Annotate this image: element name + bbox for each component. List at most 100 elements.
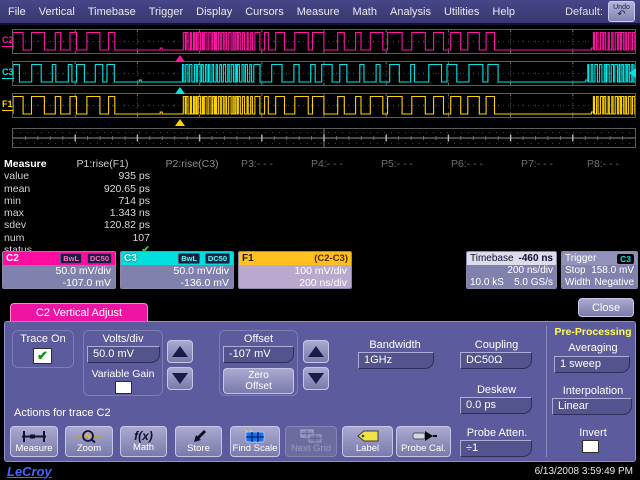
undo-button[interactable]: Undo ↶ bbox=[608, 1, 635, 22]
menu-item-trigger[interactable]: Trigger bbox=[149, 6, 183, 18]
tab-c2-vertical-adjust[interactable]: C2 Vertical Adjust bbox=[10, 303, 148, 322]
averaging-label: Averaging bbox=[550, 342, 636, 354]
measure-col-p8[interactable]: P8:- - - bbox=[570, 158, 636, 170]
timebase-rate: 5.0 GS/s bbox=[514, 277, 553, 289]
actions-for-trace-label: Actions for trace C2 bbox=[14, 407, 174, 419]
coupling-field[interactable]: DC50Ω bbox=[460, 352, 532, 369]
measure-col-p5[interactable]: P5:- - - bbox=[362, 158, 432, 170]
deskew-field[interactable]: 0.0 ps bbox=[460, 397, 532, 414]
default-label: Default: bbox=[565, 6, 603, 18]
bandwidth-label: Bandwidth bbox=[350, 339, 440, 351]
probe-cal-icon bbox=[411, 429, 437, 443]
menu-item-timebase[interactable]: Timebase bbox=[88, 6, 136, 18]
trigger-title: Trigger bbox=[565, 253, 596, 264]
channel-id-c3: C3 bbox=[124, 253, 137, 264]
measure-title: Measure bbox=[4, 158, 54, 170]
trace-label-c3[interactable]: C3 bbox=[2, 68, 14, 79]
probe-atten-field[interactable]: ÷1 bbox=[460, 440, 532, 457]
next-grid-action-button: Next Grid bbox=[285, 426, 337, 457]
menu-item-display[interactable]: Display bbox=[196, 6, 232, 18]
timebase-title: Timebase bbox=[470, 253, 514, 264]
menu-item-cursors[interactable]: Cursors bbox=[245, 6, 284, 18]
trace-label-f1[interactable]: F1 bbox=[2, 100, 13, 111]
trace-label-c2[interactable]: C2 bbox=[2, 36, 14, 47]
trigger-type: Width bbox=[565, 277, 591, 289]
dc50-badge: DC50 bbox=[205, 253, 230, 264]
close-button[interactable]: Close bbox=[578, 298, 634, 317]
menu-item-analysis[interactable]: Analysis bbox=[390, 6, 431, 18]
measure-col-p6[interactable]: P6:- - - bbox=[432, 158, 502, 170]
waveform-f1 bbox=[13, 94, 635, 117]
store-icon bbox=[188, 429, 210, 443]
volts-div-up-button[interactable] bbox=[167, 340, 193, 363]
offset-field[interactable]: -107 mV bbox=[223, 346, 294, 363]
grid-strip-f1[interactable] bbox=[12, 93, 636, 118]
datetime-display: 6/13/2008 3:59:49 PM bbox=[535, 466, 633, 477]
timebase-samples: 10.0 kS bbox=[470, 277, 504, 289]
grid-strip-c3[interactable] bbox=[12, 61, 636, 86]
channel-descriptor-c3[interactable]: C3 BwL DC50 50.0 mV/div -136.0 mV bbox=[120, 251, 234, 289]
menu-item-vertical[interactable]: Vertical bbox=[39, 6, 75, 18]
measure-table: Measure value mean min max sdev num stat… bbox=[0, 158, 640, 256]
probe-cal-action-button[interactable]: Probe Cal. bbox=[396, 426, 451, 457]
zoom-action-button[interactable]: Zoom bbox=[65, 426, 113, 457]
store-action-button[interactable]: Store bbox=[175, 426, 222, 457]
measure-header-p1: P1:rise(F1) bbox=[55, 158, 150, 170]
f1-tdiv: 200 ns/div bbox=[243, 277, 347, 289]
find-scale-action-button[interactable]: Find Scale bbox=[230, 426, 280, 457]
menu-item-help[interactable]: Help bbox=[492, 6, 515, 18]
preprocessing-label: Pre-Processing bbox=[548, 326, 638, 338]
label-action-button[interactable]: Label bbox=[342, 426, 393, 457]
next-grid-icon bbox=[298, 429, 324, 443]
preprocessing-separator bbox=[546, 326, 547, 457]
measure-row-labels: Measure value mean min max sdev num stat… bbox=[4, 158, 54, 256]
menu-item-measure[interactable]: Measure bbox=[297, 6, 340, 18]
bandwidth-field[interactable]: 1GHz bbox=[358, 352, 434, 369]
bwl-badge: BwL bbox=[60, 253, 82, 264]
bwl-badge: BwL bbox=[178, 253, 200, 264]
menu-item-file[interactable]: File bbox=[8, 6, 26, 18]
trigger-level: 158.0 mV bbox=[591, 265, 634, 277]
grid-strip-c2[interactable] bbox=[12, 29, 636, 54]
trace-on-checkbox[interactable]: ✔ bbox=[33, 348, 52, 364]
interpolation-field[interactable]: Linear bbox=[552, 398, 632, 415]
averaging-field[interactable]: 1 sweep bbox=[554, 356, 630, 373]
offset-down-button[interactable] bbox=[303, 367, 329, 390]
waveform-c3 bbox=[13, 62, 635, 85]
timebase-descriptor[interactable]: Timebase -460 ns 200 ns/div 10.0 kS 5.0 … bbox=[466, 251, 557, 289]
measure-col-p3[interactable]: P3:- - - bbox=[222, 158, 292, 170]
menu-item-utilities[interactable]: Utilities bbox=[444, 6, 479, 18]
invert-label: Invert bbox=[556, 427, 630, 439]
down-arrow-icon bbox=[308, 373, 324, 384]
up-arrow-icon bbox=[172, 346, 188, 357]
trigger-mode: Stop bbox=[565, 265, 586, 277]
measure-col-p1[interactable]: P1:rise(F1) 935 ps 920.65 ps 714 ps 1.34… bbox=[55, 158, 150, 256]
trace-on-label: Trace On bbox=[12, 333, 74, 345]
variable-gain-checkbox[interactable] bbox=[115, 381, 132, 394]
offset-up-button[interactable] bbox=[303, 340, 329, 363]
channel-descriptor-c2[interactable]: C2 BwL DC50 50.0 mV/div -107.0 mV bbox=[2, 251, 116, 289]
offset-label: Offset bbox=[219, 333, 298, 345]
timebase-scale: 200 ns/div bbox=[470, 265, 553, 277]
measure-action-button[interactable]: Measure bbox=[10, 426, 58, 457]
math-action-button[interactable]: f(x) Math bbox=[120, 426, 167, 457]
menu-item-math[interactable]: Math bbox=[353, 6, 377, 18]
measure-col-p4[interactable]: P4:- - - bbox=[292, 158, 362, 170]
volts-div-down-button[interactable] bbox=[167, 367, 193, 390]
grid-strip-empty[interactable] bbox=[12, 128, 636, 148]
c3-offset: -136.0 mV bbox=[125, 277, 229, 289]
c2-vdiv: 50.0 mV/div bbox=[7, 265, 111, 277]
volts-div-label: Volts/div bbox=[83, 333, 163, 345]
interpolation-label: Interpolation bbox=[548, 385, 638, 397]
probe-atten-label: Probe Atten. bbox=[452, 427, 542, 439]
trigger-descriptor[interactable]: Trigger C3 Stop 158.0 mV Width Negative bbox=[561, 251, 638, 289]
measure-col-p7[interactable]: P7:- - - bbox=[502, 158, 572, 170]
status-bar: LeCroy 6/13/2008 3:59:49 PM bbox=[0, 462, 640, 480]
volts-div-field[interactable]: 50.0 mV bbox=[87, 346, 160, 363]
trace-descriptor-f1[interactable]: F1 (C2-C3) 100 mV/div 200 ns/div bbox=[238, 251, 352, 289]
down-arrow-icon bbox=[172, 373, 188, 384]
channel-id-c2: C2 bbox=[6, 253, 19, 264]
zero-offset-button[interactable]: ZeroOffset bbox=[223, 368, 294, 394]
measure-col-p2[interactable]: P2:rise(C3) bbox=[152, 158, 232, 170]
invert-checkbox[interactable] bbox=[582, 440, 599, 453]
